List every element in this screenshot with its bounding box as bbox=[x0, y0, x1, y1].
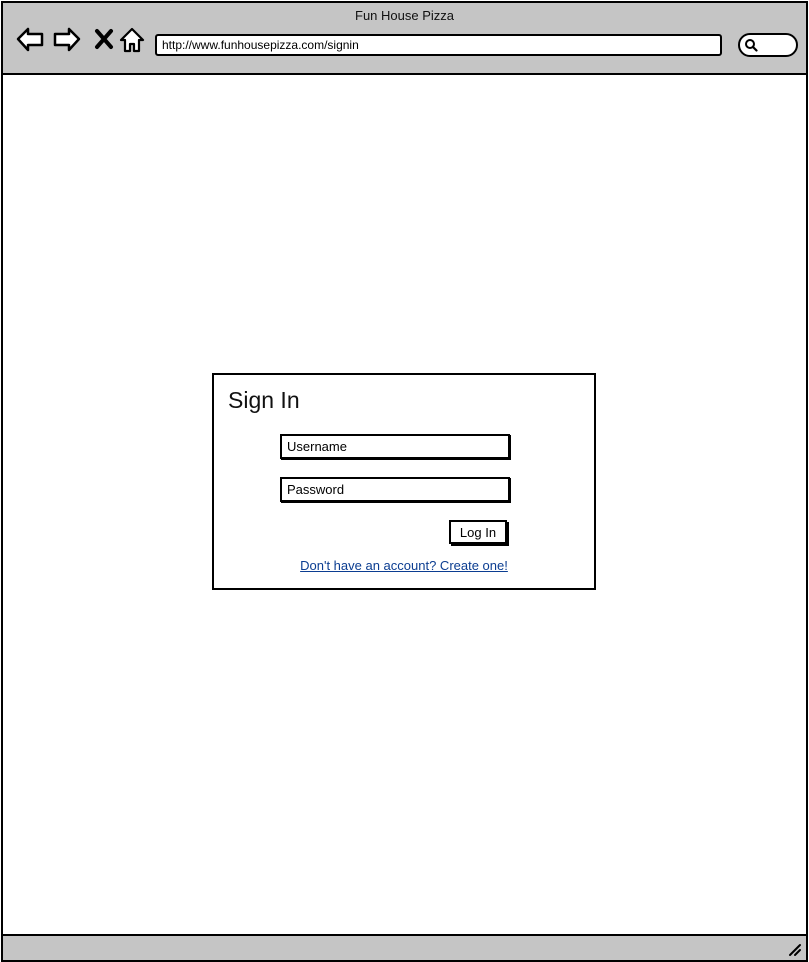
browser-toolbar: Fun House Pizza bbox=[3, 3, 806, 75]
home-icon[interactable] bbox=[117, 25, 147, 55]
status-bar bbox=[3, 934, 806, 960]
window-title: Fun House Pizza bbox=[355, 8, 454, 23]
resize-grip-icon[interactable] bbox=[786, 941, 802, 957]
forward-arrow-icon[interactable] bbox=[52, 25, 82, 55]
create-account-link[interactable]: Don't have an account? Create one! bbox=[300, 558, 508, 573]
search-button[interactable] bbox=[738, 33, 798, 57]
page-content: Sign In Log In Don't have an account? Cr… bbox=[3, 75, 806, 933]
signin-panel: Sign In Log In Don't have an account? Cr… bbox=[212, 373, 596, 590]
login-button[interactable]: Log In bbox=[449, 520, 507, 544]
back-arrow-icon[interactable] bbox=[15, 25, 45, 55]
username-input[interactable] bbox=[282, 436, 508, 457]
browser-window: Fun House Pizza Sign In bbox=[1, 1, 808, 962]
username-field[interactable] bbox=[280, 434, 510, 459]
url-input[interactable] bbox=[157, 36, 712, 54]
password-field[interactable] bbox=[280, 477, 510, 502]
signin-title: Sign In bbox=[228, 387, 300, 413]
signup-link-container: Don't have an account? Create one! bbox=[214, 558, 594, 573]
search-icon bbox=[745, 39, 758, 52]
password-input[interactable] bbox=[282, 479, 508, 500]
close-icon[interactable] bbox=[89, 25, 119, 55]
address-bar[interactable] bbox=[155, 34, 722, 56]
